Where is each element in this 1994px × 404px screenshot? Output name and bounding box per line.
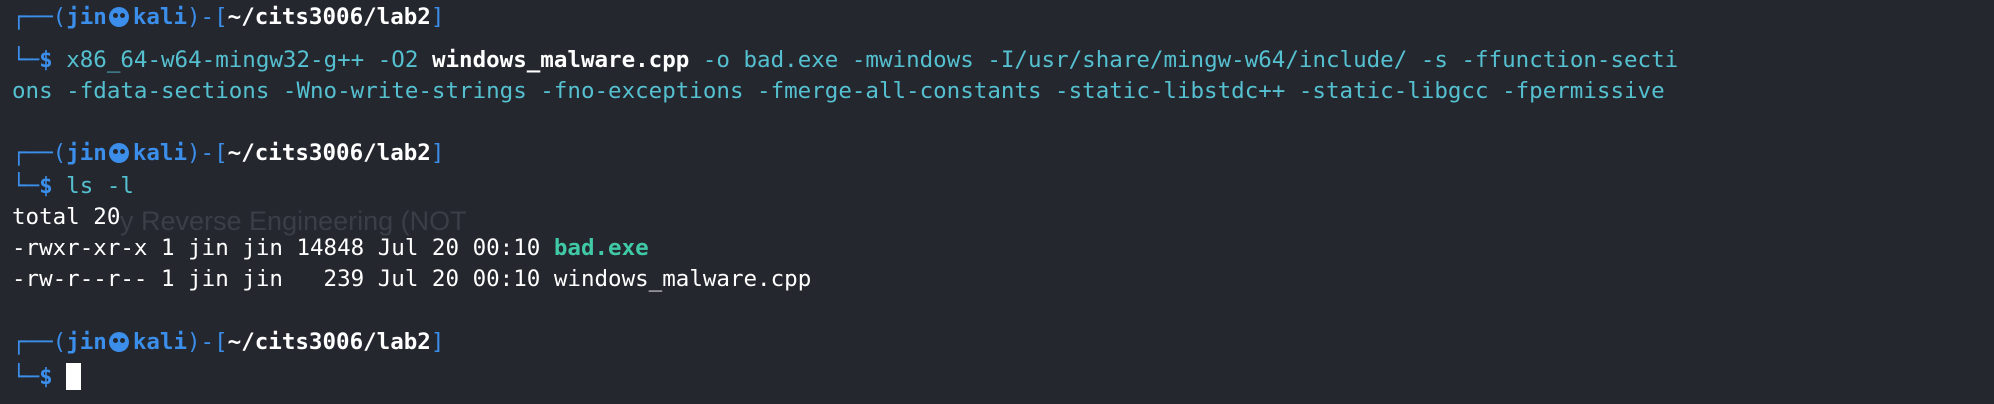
output-row-cpp: -rw-r--r-- 1 jin jin 239 Jul 20 00:10 wi… — [12, 264, 811, 294]
command-line-wrap: ons -fdata-sections -Wno-write-strings -… — [12, 78, 1665, 104]
prompt-header-line: ┌──(jin kali)-[~/cits3006/lab2] — [12, 327, 444, 357]
command-line: └─$ ls -l — [12, 171, 134, 201]
command-program: x86_64-w64-mingw32-g++ — [66, 47, 365, 73]
prompt-host: kali — [132, 329, 188, 355]
prompt-close-user: )-[ — [187, 329, 228, 355]
file-meta: -rwxr-xr-x 1 jin jin 14848 Jul 20 00:10 — [12, 235, 554, 261]
prompt-corner-bottom: └─ — [12, 364, 40, 390]
prompt-path: ~/cits3006/lab2 — [227, 4, 431, 30]
prompt-corner-top: ┌──( — [12, 4, 67, 30]
prompt-host: kali — [132, 140, 188, 166]
kali-skull-icon — [108, 7, 129, 27]
command-line: └─$ x86_64-w64-mingw32-g++ -O2 windows_m… — [12, 45, 1678, 75]
command-source-file: windows_malware.cpp — [431, 47, 690, 73]
file-name-executable: bad.exe — [553, 235, 649, 261]
prompt-corner-top: ┌──( — [12, 140, 67, 166]
prompt-header-line: ┌──(jin kali)-[~/cits3006/lab2] — [12, 2, 444, 32]
file-meta: -rw-r--r-- 1 jin jin 239 Jul 20 00:10 — [12, 266, 554, 292]
prompt-dollar: $ — [39, 47, 53, 73]
output-row-bad-exe: -rwxr-xr-x 1 jin jin 14848 Jul 20 00:10 … — [12, 233, 649, 263]
output-total: total 20 — [12, 204, 121, 230]
prompt-dollar: $ — [39, 173, 53, 199]
command-text: ls -l — [52, 173, 134, 199]
kali-skull-icon — [108, 143, 129, 163]
prompt-close-path: ] — [430, 4, 445, 30]
prompt-header-line: ┌──(jin kali)-[~/cits3006/lab2] — [12, 138, 444, 168]
file-name: windows_malware.cpp — [553, 266, 812, 292]
prompt-close-path: ] — [430, 140, 445, 166]
prompt-close-user: )-[ — [187, 140, 228, 166]
prompt-close-user: )-[ — [187, 4, 228, 30]
active-command-line[interactable]: └─$ — [12, 362, 82, 392]
command-arg: -O2 — [364, 47, 432, 73]
prompt-path: ~/cits3006/lab2 — [227, 140, 431, 166]
prompt-corner-top: ┌──( — [12, 329, 67, 355]
prompt-close-path: ] — [430, 329, 445, 355]
terminal-window[interactable]: y Reverse Engineering (NOT ┌──(jin kali)-… — [0, 0, 1994, 404]
prompt-corner-bottom: └─ — [12, 47, 40, 73]
prompt-dollar: $ — [39, 364, 53, 390]
prompt-user: jin — [66, 140, 107, 166]
text-cursor[interactable] — [66, 363, 82, 390]
prompt-user: jin — [66, 4, 107, 30]
prompt-corner-bottom: └─ — [12, 173, 40, 199]
prompt-path: ~/cits3006/lab2 — [227, 329, 431, 355]
prompt-host: kali — [132, 4, 188, 30]
kali-skull-icon — [108, 332, 129, 352]
command-args-rest: -o bad.exe -mwindows -I/usr/share/mingw-… — [689, 47, 1679, 73]
prompt-user: jin — [66, 329, 107, 355]
